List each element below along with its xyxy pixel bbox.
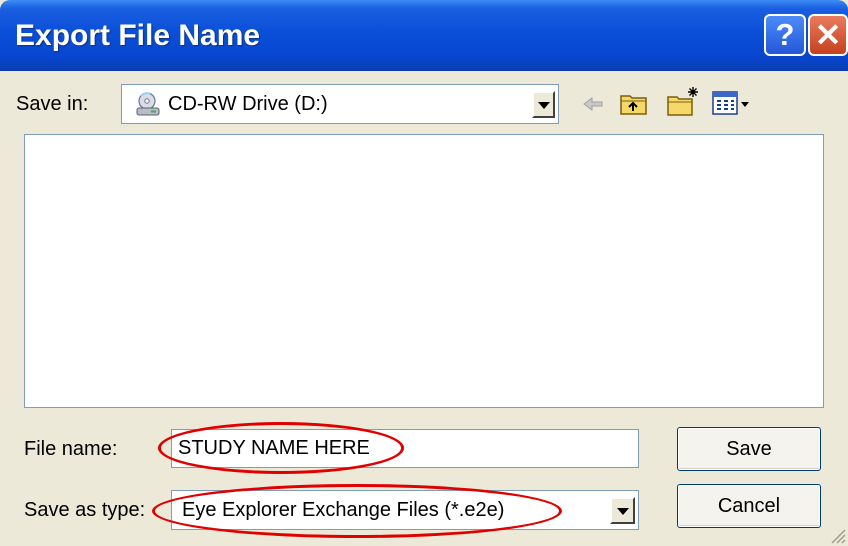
up-one-level-icon[interactable] <box>619 89 649 117</box>
new-folder-icon[interactable] <box>666 85 700 117</box>
file-name-input[interactable]: STUDY NAME HERE <box>171 429 639 468</box>
save-as-type-label: Save as type: <box>24 499 146 521</box>
save-as-type-combobox[interactable]: Eye Explorer Exchange Files (*.e2e) <box>171 490 639 530</box>
save-in-combobox[interactable]: CD-RW Drive (D:) <box>121 84 559 124</box>
help-button[interactable]: ? <box>764 14 806 56</box>
resize-grip-icon[interactable] <box>828 526 846 544</box>
cd-drive-icon <box>136 92 160 116</box>
cancel-button[interactable]: Cancel <box>677 484 821 528</box>
back-arrow-icon[interactable] <box>581 94 605 114</box>
save-button[interactable]: Save <box>677 427 821 471</box>
save-in-label: Save in: <box>16 93 89 115</box>
view-menu-icon[interactable] <box>711 89 751 117</box>
export-file-dialog: Export File Name ? ✕ Save in: CD-RW Driv… <box>0 0 848 546</box>
save-in-dropdown-button[interactable] <box>532 91 555 118</box>
save-as-type-dropdown-button[interactable] <box>610 497 635 524</box>
save-in-value: CD-RW Drive (D:) <box>168 93 328 115</box>
dialog-title: Export File Name <box>15 19 261 52</box>
title-bar[interactable]: Export File Name ? ✕ <box>0 0 848 71</box>
close-button[interactable]: ✕ <box>808 14 848 56</box>
save-as-type-value: Eye Explorer Exchange Files (*.e2e) <box>182 499 505 521</box>
chevron-down-icon <box>537 101 550 109</box>
file-list-pane[interactable] <box>24 134 824 408</box>
chevron-down-icon <box>616 507 629 515</box>
file-name-label: File name: <box>24 438 118 460</box>
